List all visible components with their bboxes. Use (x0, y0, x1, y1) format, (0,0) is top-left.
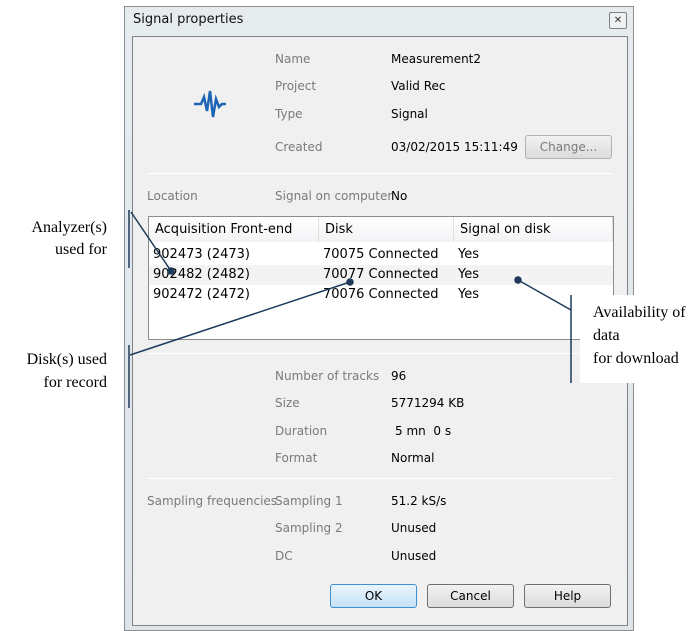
annotation-lines (128, 210, 572, 408)
analyzer-note-line1: Analyzer(s) (31, 219, 107, 236)
disk-note-line2: for record (43, 374, 107, 391)
analyzer-note-line2: used for (55, 241, 107, 258)
disk-note-line1: Disk(s) used (26, 351, 107, 368)
availability-note-line2: data (593, 327, 620, 344)
availability-note-line3: for download (593, 350, 679, 367)
availability-note-line1: Availability of (593, 304, 686, 321)
